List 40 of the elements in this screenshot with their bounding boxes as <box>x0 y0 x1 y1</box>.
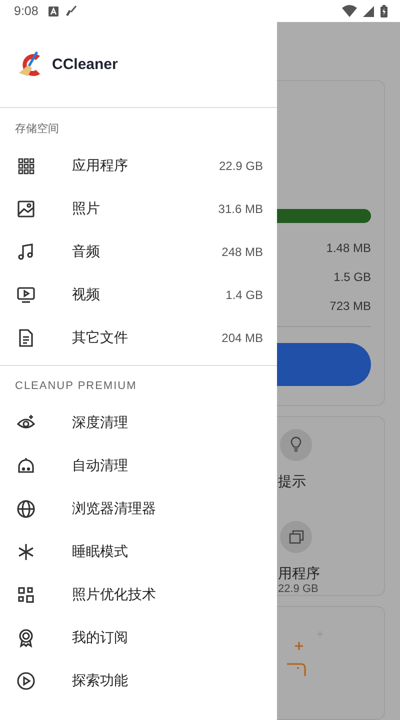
drawer-item[interactable]: 睡眠模式 <box>0 530 277 573</box>
drawer-item[interactable]: 自动清理 <box>0 444 277 487</box>
wifi-icon <box>342 5 357 17</box>
drawer-item[interactable]: 探索功能 <box>0 659 277 702</box>
status-time: 9:08 <box>14 4 38 18</box>
drawer-item[interactable]: 浏览器清理器 <box>0 487 277 530</box>
tile-label: 用程序 <box>278 565 320 584</box>
drawer-item[interactable]: 照片优化技术 <box>0 573 277 616</box>
broom-icon <box>65 5 78 17</box>
image-icon <box>16 198 36 218</box>
apps-grid-icon <box>16 156 36 176</box>
signal-icon <box>363 6 374 16</box>
windows-icon <box>280 521 312 554</box>
drawer-item[interactable]: 深度清理 <box>0 401 277 444</box>
analyze-button[interactable] <box>277 343 371 386</box>
section-title: 存储空间 <box>14 122 60 137</box>
document-icon <box>16 328 36 348</box>
globe-icon <box>16 498 36 518</box>
tile-size: 22.9 GB <box>278 583 318 596</box>
tiles-icon <box>16 584 36 604</box>
storage-reading: 723 MB <box>330 299 371 313</box>
drawer-item[interactable]: 照片 31.6 MB <box>0 187 277 230</box>
storage-reading: 1.5 GB <box>334 270 371 284</box>
app-name: CCleaner <box>52 56 118 73</box>
play-circle-icon <box>16 670 36 690</box>
notification-icon <box>48 6 60 16</box>
music-note-icon <box>16 242 36 262</box>
video-icon <box>16 284 36 304</box>
drawer-item[interactable]: 其它文件 204 MB <box>0 316 277 359</box>
drawer-item[interactable]: 音频 248 MB <box>0 230 277 273</box>
storage-reading: 1.48 MB <box>326 241 371 255</box>
robot-icon <box>16 456 36 476</box>
section-title: CLEANUP PREMIUM <box>14 379 138 394</box>
lightbulb-icon <box>280 429 312 462</box>
drawer-item[interactable]: 视频 1.4 GB <box>0 273 277 316</box>
award-icon <box>16 628 36 648</box>
tile-label: 提示 <box>278 473 306 492</box>
drawer-item[interactable]: 我的订阅 <box>0 616 277 659</box>
battery-icon <box>380 4 388 18</box>
drawer-item[interactable]: 应用程序 22.9 GB <box>0 144 277 187</box>
